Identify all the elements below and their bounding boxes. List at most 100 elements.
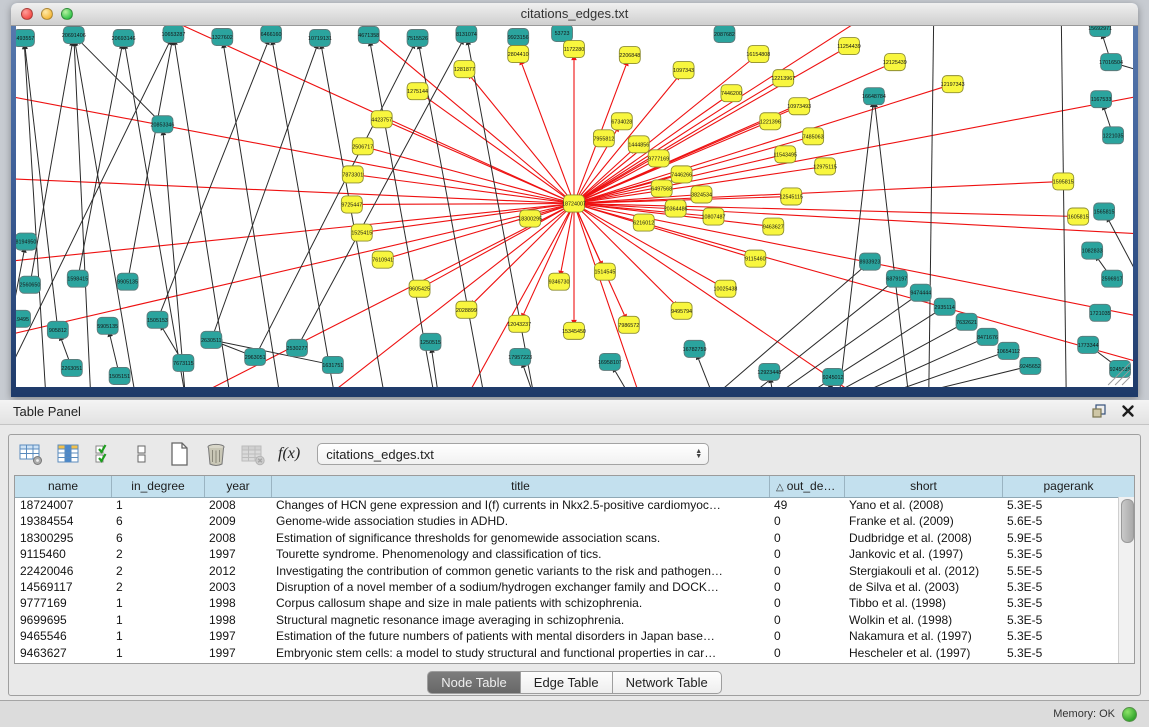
network-node[interactable]: 10719131 bbox=[308, 30, 332, 47]
table-cell[interactable]: de Silva et al. (2003) bbox=[844, 579, 1002, 595]
table-cell[interactable]: 1 bbox=[111, 497, 204, 513]
network-node[interactable]: 7446266 bbox=[671, 166, 692, 183]
table-cell[interactable]: 0 bbox=[769, 595, 844, 611]
network-node[interactable]: 2804410 bbox=[508, 46, 529, 63]
network-node[interactable]: 9923156 bbox=[508, 29, 529, 46]
network-node[interactable]: 16154808 bbox=[746, 46, 770, 63]
table-cell[interactable]: 6 bbox=[111, 530, 204, 546]
network-node[interactable]: 15345450 bbox=[562, 322, 586, 339]
network-node[interactable]: 12923448 bbox=[757, 363, 781, 380]
network-node[interactable]: 1773344 bbox=[1078, 336, 1099, 353]
table-cell[interactable]: Changes of HCN gene expression and I(f) … bbox=[271, 497, 769, 513]
table-cell[interactable]: 6 bbox=[111, 513, 204, 529]
column-header-in-degree[interactable]: in_degree bbox=[111, 476, 204, 497]
network-node[interactable]: 819495 bbox=[16, 310, 30, 327]
tab-edge-table[interactable]: Edge Table bbox=[521, 671, 613, 694]
table-cell[interactable]: 5.3E-5 bbox=[1002, 497, 1118, 513]
network-node[interactable]: 8131074 bbox=[456, 26, 477, 43]
network-node[interactable]: 5905135 bbox=[97, 317, 118, 334]
table-cell[interactable]: Yano et al. (2008) bbox=[844, 497, 1002, 513]
network-node[interactable]: 2206848 bbox=[619, 47, 640, 64]
network-node[interactable]: 1631751 bbox=[322, 356, 343, 373]
table-cell[interactable]: 5.9E-5 bbox=[1002, 530, 1118, 546]
network-node[interactable]: 7955812 bbox=[593, 130, 614, 147]
select-all-button[interactable] bbox=[91, 440, 119, 468]
tab-network-table[interactable]: Network Table bbox=[613, 671, 722, 694]
table-cell[interactable]: Genome-wide association studies in ADHD. bbox=[271, 513, 769, 529]
network-node[interactable]: 1275144 bbox=[407, 83, 428, 100]
network-node[interactable]: 12125439 bbox=[883, 54, 907, 71]
window-titlebar[interactable]: citations_edges.txt bbox=[11, 3, 1138, 26]
network-node[interactable]: 9605425 bbox=[409, 280, 430, 297]
network-node[interactable]: 8194950 bbox=[16, 233, 36, 250]
table-cell[interactable]: 0 bbox=[769, 563, 844, 579]
network-node[interactable]: 15692971 bbox=[1088, 26, 1112, 37]
network-node[interactable]: 6879197 bbox=[886, 270, 907, 287]
network-node[interactable]: 2530277 bbox=[287, 339, 308, 356]
network-node[interactable]: 10973493 bbox=[787, 98, 811, 115]
table-settings-button[interactable] bbox=[17, 440, 45, 468]
table-cell[interactable]: 1997 bbox=[204, 546, 271, 562]
table-cell[interactable]: 2003 bbox=[204, 579, 271, 595]
network-node[interactable]: 1082833 bbox=[1082, 242, 1103, 259]
resize-grip-icon[interactable] bbox=[1122, 377, 1130, 385]
table-cell[interactable]: Disruption of a novel member of a sodium… bbox=[271, 579, 769, 595]
table-cell[interactable]: 18300295 bbox=[15, 530, 111, 546]
clear-selection-button[interactable] bbox=[128, 440, 156, 468]
table-cell[interactable]: 19384554 bbox=[15, 513, 111, 529]
table-cell[interactable]: 0 bbox=[769, 579, 844, 595]
table-row[interactable]: 1872400712008Changes of HCN gene express… bbox=[15, 497, 1118, 513]
network-node[interactable]: 6466160 bbox=[261, 26, 282, 43]
table-cell[interactable]: 14569117 bbox=[15, 579, 111, 595]
network-node[interactable]: 20853346 bbox=[151, 116, 175, 133]
network-node[interactable]: 12545115 bbox=[780, 188, 803, 205]
network-node[interactable]: 7610941 bbox=[372, 251, 393, 268]
network-node[interactable]: 10654112 bbox=[997, 342, 1020, 359]
table-cell[interactable]: Nakamura et al. (1997) bbox=[844, 628, 1002, 644]
table-row[interactable]: 1456911722003Disruption of a novel membe… bbox=[15, 579, 1118, 595]
network-node[interactable]: 1595815 bbox=[1053, 173, 1074, 190]
network-node[interactable]: 20691406 bbox=[62, 27, 86, 44]
table-cell[interactable]: Structural magnetic resonance image aver… bbox=[271, 612, 769, 628]
network-node[interactable]: 2630511 bbox=[201, 331, 222, 348]
table-cell[interactable]: 5.3E-5 bbox=[1002, 628, 1118, 644]
network-node[interactable]: 9245035 bbox=[1110, 360, 1131, 377]
network-node[interactable]: 7485063 bbox=[803, 128, 824, 145]
table-cell[interactable]: 1 bbox=[111, 595, 204, 611]
table-row[interactable]: 946554611997Estimation of the future num… bbox=[15, 628, 1118, 644]
network-node[interactable]: 2963051 bbox=[245, 348, 266, 365]
close-panel-icon[interactable] bbox=[1121, 404, 1135, 418]
table-cell[interactable]: 2 bbox=[111, 563, 204, 579]
toggle-column-button[interactable] bbox=[54, 440, 82, 468]
table-cell[interactable]: 5.6E-5 bbox=[1002, 513, 1118, 529]
column-header-name[interactable]: name bbox=[15, 476, 111, 497]
table-row[interactable]: 977716911998Corpus callosum shape and si… bbox=[15, 595, 1118, 611]
table-cell[interactable]: 5.3E-5 bbox=[1002, 579, 1118, 595]
network-node[interactable]: 17016504 bbox=[1099, 54, 1123, 71]
delete-table-button[interactable] bbox=[239, 440, 267, 468]
network-node[interactable]: 1444856 bbox=[628, 136, 649, 153]
table-row[interactable]: 2242004622012Investigating the contribut… bbox=[15, 563, 1118, 579]
network-node[interactable]: 7446200 bbox=[721, 85, 742, 102]
table-cell[interactable]: 9463627 bbox=[15, 645, 111, 661]
network-node[interactable]: 1598415 bbox=[67, 270, 88, 287]
table-cell[interactable]: 2 bbox=[111, 546, 204, 562]
table-cell[interactable]: 2008 bbox=[204, 497, 271, 513]
network-node[interactable]: 1514545 bbox=[594, 263, 615, 280]
table-cell[interactable]: 49 bbox=[769, 497, 844, 513]
network-node[interactable]: 12043237 bbox=[507, 315, 531, 332]
network-node[interactable]: 16648784 bbox=[862, 88, 886, 105]
table-cell[interactable]: 9115460 bbox=[15, 546, 111, 562]
table-cell[interactable]: 2012 bbox=[204, 563, 271, 579]
network-node[interactable]: 1167533 bbox=[1091, 91, 1112, 108]
network-node[interactable]: 7986572 bbox=[618, 316, 639, 333]
network-node[interactable]: 12197343 bbox=[941, 76, 965, 93]
network-node[interactable]: 9115460 bbox=[745, 250, 766, 267]
table-cell[interactable]: 2009 bbox=[204, 513, 271, 529]
table-row[interactable]: 1938455462009Genome-wide association stu… bbox=[15, 513, 1118, 529]
network-node[interactable]: 11543495 bbox=[774, 146, 797, 163]
table-cell[interactable]: 2008 bbox=[204, 530, 271, 546]
network-node[interactable]: 4671358 bbox=[358, 27, 379, 44]
table-cell[interactable]: Stergiakouli et al. (2012) bbox=[844, 563, 1002, 579]
network-node[interactable]: 1221035 bbox=[1103, 127, 1124, 144]
